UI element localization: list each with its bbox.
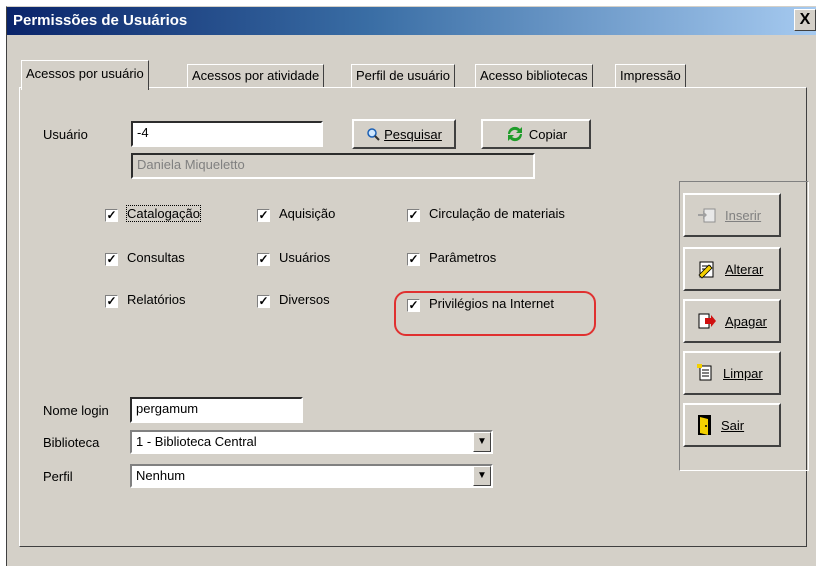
checkbox-label-catalogacao: Catalogação — [126, 205, 201, 222]
chevron-down-icon[interactable]: ▼ — [473, 432, 491, 452]
title-bar: Permissões de Usuários — [7, 7, 816, 35]
checkbox-parametros[interactable]: ✓ — [407, 253, 420, 266]
clear-button[interactable]: Limpar — [683, 351, 781, 395]
checkbox-consultas[interactable]: ✓ — [105, 253, 118, 266]
checkbox-circulacao[interactable]: ✓ — [407, 209, 420, 222]
tab-perfil-de-usuario[interactable]: Perfil de usuário — [351, 64, 455, 88]
tab-acessos-por-usuario[interactable]: Acessos por usuário — [21, 60, 149, 90]
checkbox-aquisicao[interactable]: ✓ — [257, 209, 270, 222]
library-select[interactable]: 1 - Biblioteca Central ▼ — [130, 430, 493, 454]
checkbox-label-circulacao: Circulação de materiais — [429, 206, 565, 221]
chevron-down-icon[interactable]: ▼ — [473, 466, 491, 486]
login-input[interactable]: pergamum — [130, 397, 303, 423]
highlight-ring — [394, 291, 596, 336]
insert-icon — [698, 208, 716, 223]
checkbox-label-consultas: Consultas — [127, 250, 185, 265]
insert-button[interactable]: Inserir — [683, 193, 781, 237]
permissions-window: Permissões de Usuários X Acessos por usu… — [6, 6, 816, 566]
user-label: Usuário — [43, 127, 88, 142]
login-label: Nome login — [43, 403, 109, 418]
edit-button-label: Alterar — [725, 261, 764, 277]
tab-acessos-por-atividade[interactable]: Acessos por atividade — [187, 64, 325, 88]
library-select-value: 1 - Biblioteca Central — [136, 434, 257, 449]
checkbox-label-relatorios: Relatórios — [127, 292, 186, 307]
search-button[interactable]: Pesquisar — [352, 119, 456, 149]
copy-button-label: Copiar — [528, 126, 568, 142]
tab-impressao[interactable]: Impressão — [615, 64, 686, 88]
edit-icon — [698, 261, 714, 279]
profile-select-value: Nenhum — [136, 468, 186, 483]
close-button[interactable]: X — [794, 9, 816, 31]
exit-door-icon — [698, 415, 711, 435]
user-name-display: Daniela Miqueletto — [131, 153, 535, 179]
checkbox-label-aquisicao: Aquisição — [279, 206, 336, 221]
magnifier-icon — [367, 128, 380, 141]
copy-button[interactable]: Copiar — [481, 119, 591, 149]
tab-acesso-bibliotecas[interactable]: Acesso bibliotecas — [475, 64, 593, 88]
checkbox-label-usuarios: Usuários — [279, 250, 331, 265]
insert-button-label: Inserir — [725, 207, 762, 223]
checkbox-catalogacao[interactable]: ✓ — [105, 209, 118, 222]
exit-button[interactable]: Sair — [683, 403, 781, 447]
checkbox-usuarios[interactable]: ✓ — [257, 253, 270, 266]
search-button-label: Pesquisar — [384, 126, 442, 142]
checkbox-diversos[interactable]: ✓ — [257, 295, 270, 308]
profile-select[interactable]: Nenhum ▼ — [130, 464, 493, 488]
delete-button[interactable]: Apagar — [683, 299, 781, 343]
clear-icon — [697, 364, 712, 381]
edit-button[interactable]: Alterar — [683, 247, 781, 291]
checkbox-label-diversos: Diversos — [279, 292, 330, 307]
profile-label: Perfil — [43, 469, 73, 484]
exit-button-label: Sair — [721, 417, 745, 433]
user-id-input[interactable]: -4 — [131, 121, 323, 147]
window-title: Permissões de Usuários — [13, 12, 188, 29]
delete-button-label: Apagar — [725, 313, 767, 329]
clear-button-label: Limpar — [723, 365, 763, 381]
refresh-icon — [507, 126, 522, 142]
checkbox-label-parametros: Parâmetros — [429, 250, 497, 265]
delete-icon — [698, 313, 716, 329]
library-label: Biblioteca — [43, 435, 100, 450]
checkbox-relatorios[interactable]: ✓ — [105, 295, 118, 308]
